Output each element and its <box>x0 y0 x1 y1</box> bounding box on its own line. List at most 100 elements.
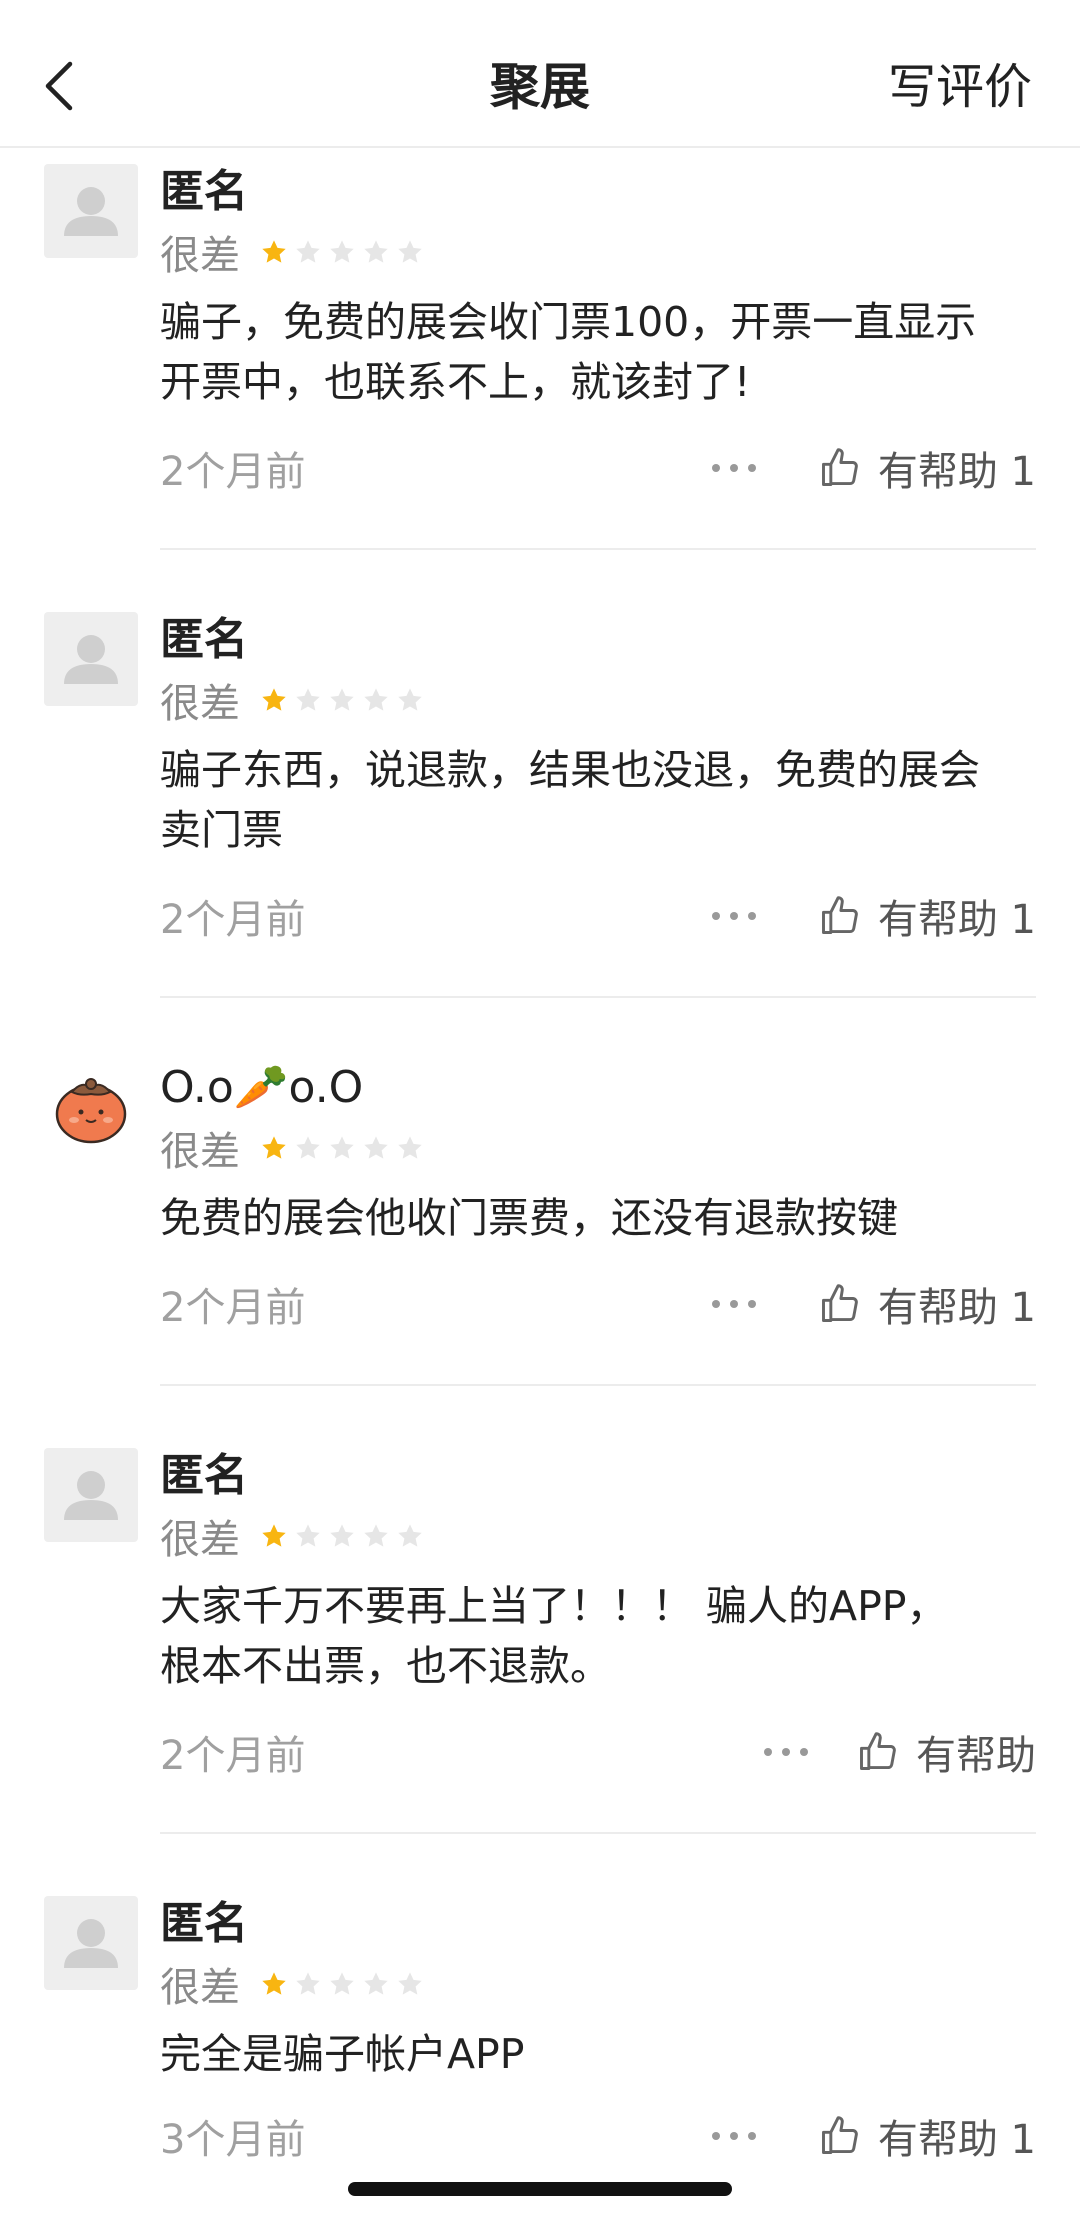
thumbs-up-icon <box>821 896 858 934</box>
star-rating <box>260 1970 424 1998</box>
more-button[interactable] <box>704 1274 764 1334</box>
star-empty-icon <box>398 688 422 711</box>
review-time: 3个月前 <box>160 2117 306 2163</box>
helpful-button[interactable]: 有帮助 1 <box>818 887 1036 945</box>
more-dots-icon <box>711 1300 756 1308</box>
star-empty-icon <box>398 1524 422 1547</box>
review-time: 2个月前 <box>160 449 306 495</box>
review-item: O.o🥕o.O 很差 免费的展会他收门票费，还没有退款按键 2个月前 有帮助 1 <box>0 998 1080 1386</box>
review-content[interactable]: 完全是骗子帐户APP <box>160 2024 1040 2084</box>
star-empty-icon <box>364 1136 388 1159</box>
rating: 很差 <box>160 1506 424 1566</box>
rating-label: 很差 <box>160 1129 240 1175</box>
star-empty-icon <box>330 1136 354 1159</box>
review-footer: 2个月前 有帮助 1 <box>160 438 1036 498</box>
helpful-button[interactable]: 有帮助 1 <box>818 2107 1036 2165</box>
star-empty-icon <box>398 1136 422 1159</box>
reviewer-name[interactable]: 匿名 <box>160 162 248 222</box>
thumbs-up-icon <box>821 448 858 486</box>
persimmon-avatar-icon <box>55 1078 127 1144</box>
star-empty-icon <box>296 1972 320 1995</box>
star-empty-icon <box>398 240 422 263</box>
helpful-label: 有帮助 1 <box>877 449 1036 495</box>
thumbs-up-icon <box>821 1284 858 1322</box>
star-empty-icon <box>296 1136 320 1159</box>
star-filled-icon <box>262 1972 286 1995</box>
default-avatar-icon <box>64 1919 118 1968</box>
avatar[interactable] <box>44 612 138 706</box>
more-dots-icon <box>711 2132 756 2140</box>
review-content[interactable]: 大家千万不要再上当了！！！ 骗人的APP， 根本不出票，也不退款。 <box>160 1576 1040 1696</box>
avatar[interactable] <box>44 1060 138 1154</box>
rating: 很差 <box>160 222 424 282</box>
more-dots-icon <box>711 912 756 920</box>
review-footer: 2个月前 有帮助 1 <box>160 1274 1036 1334</box>
chevron-left-icon <box>45 61 73 111</box>
rating: 很差 <box>160 1954 424 2014</box>
default-avatar-icon <box>64 635 118 684</box>
more-button[interactable] <box>704 438 764 498</box>
review-item: 匿名 很差 大家千万不要再上当了！！！ 骗人的APP， 根本不出票，也不退款。 … <box>0 1386 1080 1834</box>
review-item: 匿名 很差 骗子东西，说退款，结果也没退，免费的展会 卖门票 2个月前 有帮助 … <box>0 550 1080 998</box>
review-content[interactable]: 骗子东西，说退款，结果也没退，免费的展会 卖门票 <box>160 740 1040 860</box>
star-empty-icon <box>364 1524 388 1547</box>
star-filled-icon <box>262 240 286 263</box>
star-empty-icon <box>296 688 320 711</box>
star-empty-icon <box>398 1972 422 1995</box>
reviewer-name[interactable]: O.o🥕o.O <box>160 1058 363 1118</box>
star-empty-icon <box>364 688 388 711</box>
reviewer-name[interactable]: 匿名 <box>160 1446 248 1506</box>
home-indicator[interactable] <box>348 2182 732 2196</box>
more-dots-icon <box>711 464 756 472</box>
avatar[interactable] <box>44 1448 138 1542</box>
star-empty-icon <box>330 240 354 263</box>
nav-header: 聚展 写评价 <box>0 0 1080 148</box>
star-empty-icon <box>296 240 320 263</box>
star-empty-icon <box>330 1524 354 1547</box>
review-time: 2个月前 <box>160 1733 306 1779</box>
star-rating <box>260 686 424 714</box>
back-button[interactable] <box>40 50 80 120</box>
helpful-label: 有帮助 1 <box>877 1285 1036 1331</box>
star-filled-icon <box>262 1524 286 1547</box>
reviewer-name[interactable]: 匿名 <box>160 1894 248 1954</box>
star-filled-icon <box>262 1136 286 1159</box>
review-footer: 2个月前 有帮助 1 <box>160 886 1036 946</box>
default-avatar-icon <box>64 187 118 236</box>
review-footer: 2个月前 有帮助 <box>160 1722 1036 1782</box>
star-empty-icon <box>330 1972 354 1995</box>
rating: 很差 <box>160 670 424 730</box>
rating-label: 很差 <box>160 681 240 727</box>
star-filled-icon <box>262 688 286 711</box>
write-review-button[interactable]: 写评价 <box>888 52 1032 122</box>
review-content[interactable]: 免费的展会他收门票费，还没有退款按键 <box>160 1188 1040 1248</box>
rating-label: 很差 <box>160 233 240 279</box>
star-rating <box>260 238 424 266</box>
avatar[interactable] <box>44 1896 138 1990</box>
rating-label: 很差 <box>160 1517 240 1563</box>
star-empty-icon <box>364 1972 388 1995</box>
review-content[interactable]: 骗子，免费的展会收门票100，开票一直显示 开票中，也联系不上，就该封了! <box>160 292 1040 412</box>
more-button[interactable] <box>704 2106 764 2166</box>
star-empty-icon <box>330 688 354 711</box>
helpful-button[interactable]: 有帮助 1 <box>818 1275 1036 1333</box>
helpful-button[interactable]: 有帮助 1 <box>818 439 1036 497</box>
thumbs-up-icon <box>821 2116 858 2154</box>
review-item: 匿名 很差 完全是骗子帐户APP 3个月前 有帮助 1 <box>0 1834 1080 2234</box>
review-time: 2个月前 <box>160 897 306 943</box>
thumbs-up-icon <box>860 1732 896 1770</box>
review-item: 匿名 很差 骗子，免费的展会收门票100，开票一直显示 开票中，也联系不上，就该… <box>0 150 1080 550</box>
helpful-button[interactable]: 有帮助 <box>856 1723 1036 1781</box>
avatar[interactable] <box>44 164 138 258</box>
star-rating <box>260 1134 424 1162</box>
more-button[interactable] <box>704 886 764 946</box>
rating-label: 很差 <box>160 1965 240 2011</box>
rating: 很差 <box>160 1118 424 1178</box>
default-avatar-icon <box>64 1471 118 1520</box>
more-dots-icon <box>764 1748 808 1756</box>
helpful-label: 有帮助 1 <box>877 2117 1036 2163</box>
star-empty-icon <box>296 1524 320 1547</box>
reviewer-name[interactable]: 匿名 <box>160 610 248 670</box>
star-empty-icon <box>364 240 388 263</box>
more-button[interactable] <box>756 1722 816 1782</box>
